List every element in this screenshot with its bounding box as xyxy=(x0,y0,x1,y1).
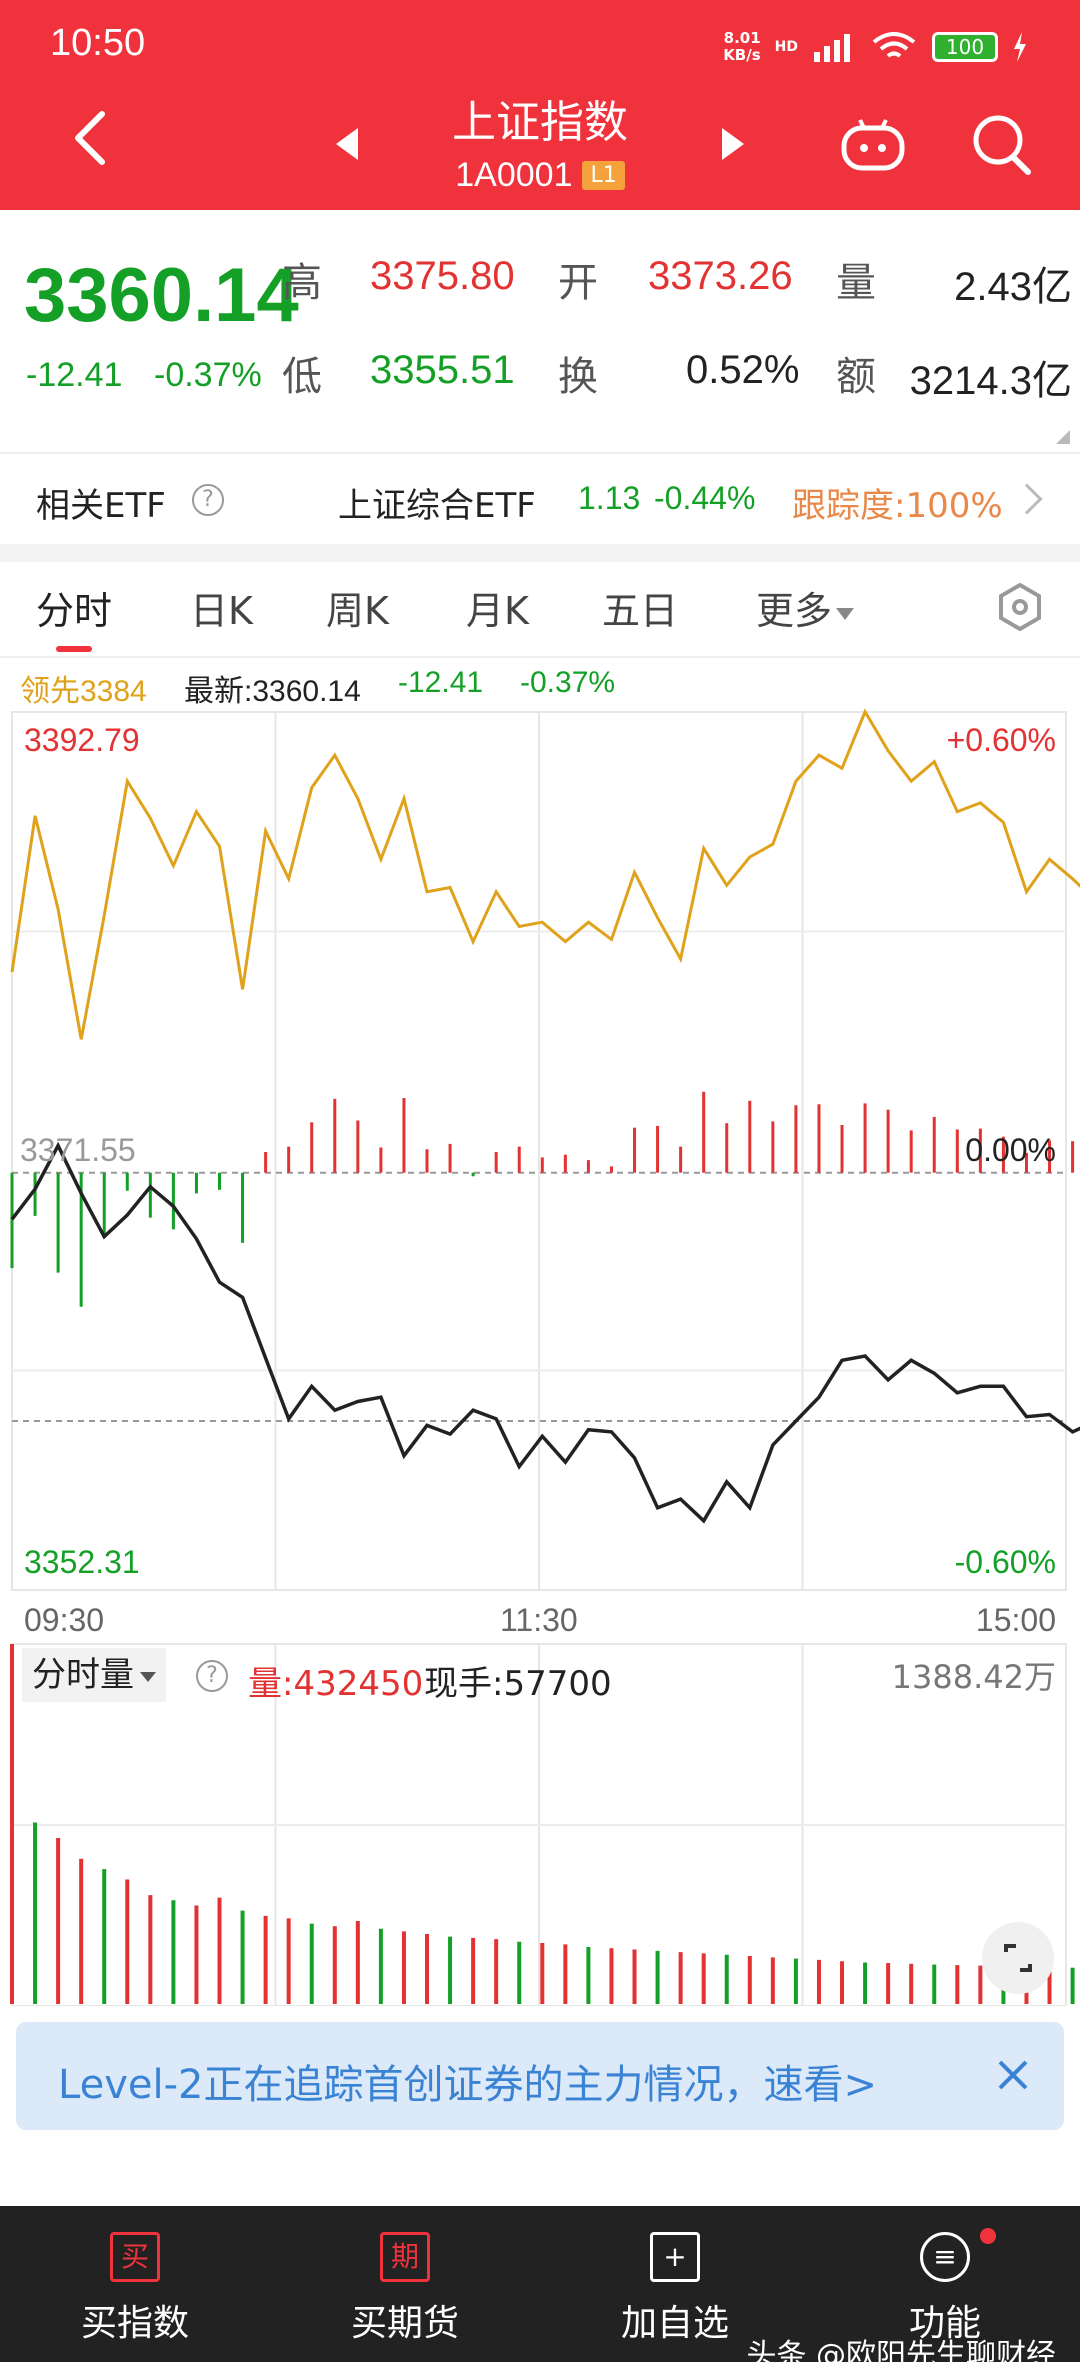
amount-label: 额 xyxy=(836,354,876,400)
time-label-noon: 11:30 xyxy=(500,1602,578,1638)
plus-icon: + xyxy=(650,2232,700,2282)
quote-panel: 3360.14 -12.41 -0.37% 高 3375.80 开 3373.2… xyxy=(0,210,1080,450)
volume-total: 量:432450 xyxy=(248,1664,424,1704)
level-badge: L1 xyxy=(582,161,625,190)
menu-icon: ≡ xyxy=(920,2232,970,2282)
open-label: 开 xyxy=(558,260,598,306)
header-bar: 10:50 8.01 KB/s HD 100 上证指数 1A0001 L1 xyxy=(0,0,1080,210)
fullscreen-icon xyxy=(1004,1944,1032,1972)
time-label-close: 15:00 xyxy=(975,1602,1056,1638)
volume-selector-label: 分时量 xyxy=(32,1655,134,1695)
net-speed-value: 8.01 xyxy=(723,29,761,47)
nav-buy-futures[interactable]: 期 买期货 xyxy=(270,2206,540,2362)
stock-code-row: 1A0001 L1 xyxy=(0,156,1080,195)
turnover-label: 换 xyxy=(558,354,598,400)
y-min-label: 3352.31 xyxy=(24,1544,140,1580)
net-speed: 8.01 KB/s xyxy=(723,30,760,64)
search-icon[interactable] xyxy=(970,112,1034,178)
volume-max-label: 1388.42万 xyxy=(891,1658,1056,1696)
tab-more[interactable]: 更多 xyxy=(756,580,855,635)
amount-value: 3214.3亿 xyxy=(909,359,1072,403)
tab-five-day[interactable]: 五日 xyxy=(602,580,678,635)
pct-min-label: -0.60% xyxy=(954,1544,1056,1580)
level2-banner[interactable]: Level-2正在追踪首创证券的主力情况，速看> xyxy=(16,2022,1064,2130)
robot-assistant-icon[interactable] xyxy=(840,118,906,174)
pct-max-label: +0.60% xyxy=(946,722,1056,758)
open-value: 3373.26 xyxy=(648,254,793,298)
caret-down-icon xyxy=(836,607,855,620)
wifi-icon xyxy=(872,32,916,58)
tab-monthly-k[interactable]: 月K xyxy=(466,580,529,635)
high-label: 高 xyxy=(282,260,322,306)
settings-hexagon-icon[interactable] xyxy=(998,582,1042,632)
volume-help-icon[interactable]: ? xyxy=(196,1660,228,1692)
help-icon[interactable]: ? xyxy=(192,484,224,516)
notification-dot xyxy=(980,2228,996,2244)
chart-grid xyxy=(11,711,1067,2006)
chart-info-row: 领先3384 最新:3360.14 -12.41 -0.37% xyxy=(0,662,1080,708)
volume-current: 现手:57700 xyxy=(424,1664,612,1704)
fullscreen-button[interactable] xyxy=(982,1922,1054,1994)
etf-label: 相关ETF xyxy=(36,486,166,526)
chevron-right-icon xyxy=(1011,483,1043,515)
tab-intraday[interactable]: 分时 xyxy=(36,580,112,635)
tab-weekly-k[interactable]: 周K xyxy=(326,580,389,635)
intraday-chart[interactable] xyxy=(0,706,1080,2006)
info-change: -12.41 xyxy=(398,666,484,699)
etf-price: 1.13 xyxy=(578,480,641,516)
signal-icon xyxy=(814,34,850,62)
nav-buy-index[interactable]: 买 买指数 xyxy=(0,2206,270,2362)
volume-selector[interactable]: 分时量 xyxy=(22,1648,166,1702)
expand-corner-icon[interactable] xyxy=(1056,430,1070,444)
volume-value: 2.43亿 xyxy=(954,265,1072,309)
futures-icon: 期 xyxy=(380,2232,430,2282)
nav-buy-index-label: 买指数 xyxy=(80,2303,189,2344)
close-icon[interactable] xyxy=(988,2050,1038,2100)
caret-down-icon xyxy=(140,1671,156,1682)
chart-tabs: 分时 日K 周K 月K 五日 更多 xyxy=(0,562,1080,658)
info-change-pct: -0.37% xyxy=(520,666,616,699)
page-title: 上证指数 xyxy=(452,97,628,148)
banner-text: Level-2正在追踪首创证券的主力情况，速看> xyxy=(58,2062,877,2108)
tab-more-label: 更多 xyxy=(756,589,833,633)
buy-icon: 买 xyxy=(110,2232,160,2282)
hd-badge: HD xyxy=(774,39,798,55)
battery-icon: 100 xyxy=(932,32,998,62)
latest-value: 最新:3360.14 xyxy=(184,675,361,708)
charging-icon xyxy=(1014,32,1026,62)
etf-name: 上证综合ETF xyxy=(338,486,536,526)
high-value: 3375.80 xyxy=(370,254,515,298)
net-speed-unit: KB/s xyxy=(723,46,761,64)
price-change: -12.41 xyxy=(26,356,123,394)
y-max-label: 3392.79 xyxy=(24,722,140,758)
y-mid-label: 3371.55 xyxy=(20,1132,136,1168)
etf-change-pct: -0.44% xyxy=(654,480,756,516)
status-time: 10:50 xyxy=(50,22,146,64)
current-price: 3360.14 xyxy=(24,253,299,338)
diff-bars xyxy=(10,1091,1075,1307)
watermark: 头条 @欧阳先生聊财经 xyxy=(746,2338,1056,2362)
related-etf-row[interactable]: 相关ETF ? 上证综合ETF 1.13 -0.44% 跟踪度:100% xyxy=(0,452,1080,544)
tab-daily-k[interactable]: 日K xyxy=(190,580,253,635)
volume-label: 量 xyxy=(836,260,876,306)
low-value: 3355.51 xyxy=(370,348,515,392)
section-divider xyxy=(0,544,1080,562)
active-tab-indicator xyxy=(56,646,92,652)
nav-buy-futures-label: 买期货 xyxy=(350,2303,459,2344)
etf-tracking: 跟踪度:100% xyxy=(792,486,1003,526)
time-label-open: 09:30 xyxy=(24,1602,105,1638)
stock-code: 1A0001 xyxy=(455,156,573,194)
turnover-value: 0.52% xyxy=(686,348,800,392)
low-label: 低 xyxy=(282,354,322,400)
pct-mid-label: 0.00% xyxy=(965,1132,1056,1168)
status-icons: 8.01 KB/s HD 100 xyxy=(723,30,1028,64)
price-change-pct: -0.37% xyxy=(154,356,262,394)
leading-index-value: 领先3384 xyxy=(20,675,147,708)
leading-line xyxy=(10,708,1080,1040)
